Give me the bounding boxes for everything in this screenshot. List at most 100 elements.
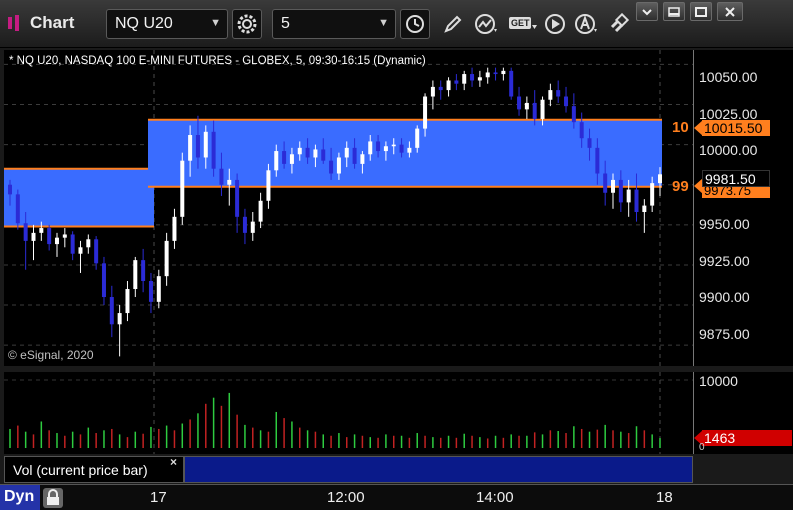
candle-body (227, 179, 232, 185)
line-chart-icon (474, 13, 500, 35)
app-title: Chart (4, 8, 74, 38)
alerts-button[interactable] (572, 9, 602, 39)
time-axis-label: 17 (150, 489, 167, 506)
interval-value: 5 (281, 15, 290, 32)
price-axis-label: 9925.00 (699, 253, 750, 269)
last-price-tag: 9981.50 (702, 170, 770, 187)
close-icon (724, 6, 736, 18)
candle-body (86, 239, 91, 248)
candle-body (501, 70, 506, 75)
maximize-button[interactable] (690, 2, 712, 21)
candle-body (297, 147, 302, 155)
candle-body (133, 260, 138, 290)
candle-body (477, 77, 482, 81)
time-axis-label: 14:00 (476, 489, 514, 506)
candle-body (579, 122, 584, 139)
candle-body (587, 138, 592, 148)
price-axis-label: 9950.00 (699, 216, 750, 232)
dynamic-mode-label[interactable]: Dyn (0, 485, 40, 510)
candle-body (368, 141, 373, 155)
restore-icon (641, 7, 653, 17)
candle-body (8, 184, 12, 195)
candle-body (611, 179, 616, 193)
candle-body (203, 131, 208, 158)
lock-icon[interactable] (43, 488, 63, 508)
candle-body (399, 144, 404, 153)
close-button[interactable] (717, 2, 743, 21)
settings-button[interactable] (232, 9, 262, 39)
candle-body (47, 228, 52, 245)
link-button[interactable] (604, 9, 634, 39)
candle-body (78, 247, 83, 254)
candle-body (117, 313, 122, 325)
candle-body (94, 239, 99, 264)
candle-body (242, 216, 247, 233)
candle-body (603, 173, 608, 193)
candle-body (188, 135, 193, 161)
time-template-button[interactable] (400, 9, 430, 39)
volume-legend[interactable]: Vol (current price bar) (4, 456, 184, 483)
candle-body (313, 149, 318, 158)
candle-body (658, 174, 662, 184)
volume-legend-strip (184, 456, 693, 483)
candle-body (156, 276, 161, 302)
candle-body (250, 221, 255, 233)
symbol-selector[interactable]: NQ U20 ▼ (106, 9, 228, 39)
candle-body (164, 240, 169, 277)
chevron-down-icon: ▼ (210, 17, 221, 29)
volume-axis[interactable]: 10000 1463 0 (693, 372, 793, 454)
candle-body (540, 99, 545, 119)
candle-body (321, 149, 326, 161)
candle-body (532, 102, 537, 119)
price-pane[interactable]: * NQ U20, NASDAQ 100 E-MINI FUTURES - GL… (4, 50, 693, 366)
candle-body (70, 234, 75, 254)
upper-band-prefix: 10 (672, 119, 689, 136)
candle-body (54, 237, 59, 245)
candle-body (258, 200, 263, 222)
get-icon-label: GET (511, 18, 530, 28)
candle-body (282, 151, 287, 164)
volume-axis-label: 10000 (699, 373, 738, 389)
candle-body (634, 189, 639, 213)
pane-title: * NQ U20, NASDAQ 100 E-MINI FUTURES - GL… (9, 55, 426, 67)
price-axis-label: 10050.00 (699, 69, 758, 85)
replay-button[interactable] (540, 9, 570, 39)
app-title-text: Chart (30, 13, 75, 32)
candle-body (618, 179, 623, 203)
time-axis[interactable]: Dyn 17 12:00 14:00 18 (0, 484, 793, 510)
chart-toolbar: Chart NQ U20 ▼ 5 ▼ GET (0, 0, 793, 48)
volume-pane[interactable] (4, 372, 693, 454)
candle-body (556, 90, 561, 97)
candle-body (524, 102, 529, 110)
interval-selector[interactable]: 5 ▼ (272, 9, 396, 39)
candle-body (509, 70, 514, 97)
symbol-value: NQ U20 (115, 15, 173, 32)
time-axis-label: 18 (656, 489, 673, 506)
candle-body (407, 147, 412, 153)
chart-logo-icon (4, 12, 26, 34)
candle-body (626, 189, 631, 203)
close-volume-study-button[interactable]: × (170, 455, 177, 469)
candle-body (274, 151, 279, 171)
candle-body (125, 289, 130, 314)
candle-body (391, 144, 396, 147)
candle-body (305, 147, 310, 158)
studies-button[interactable] (472, 9, 502, 39)
candle-body (470, 74, 475, 81)
candle-body (383, 146, 388, 152)
time-axis-label: 12:00 (327, 489, 365, 506)
volume-chart (4, 372, 693, 454)
candle-body (172, 216, 177, 241)
restore-button[interactable] (636, 2, 658, 21)
candle-body (62, 234, 67, 238)
candle-body (352, 147, 357, 164)
get-button[interactable]: GET (506, 9, 540, 39)
draw-tool-button[interactable] (438, 9, 468, 39)
price-axis[interactable]: 10050.00 10025.00 10000.00 9950.00 9925.… (672, 50, 793, 366)
candle-body (485, 72, 490, 78)
candle-body (336, 157, 341, 174)
minimize-button[interactable] (663, 2, 685, 21)
candle-body (454, 80, 459, 84)
candle-body (344, 147, 349, 158)
get-icon: GET (508, 15, 538, 33)
